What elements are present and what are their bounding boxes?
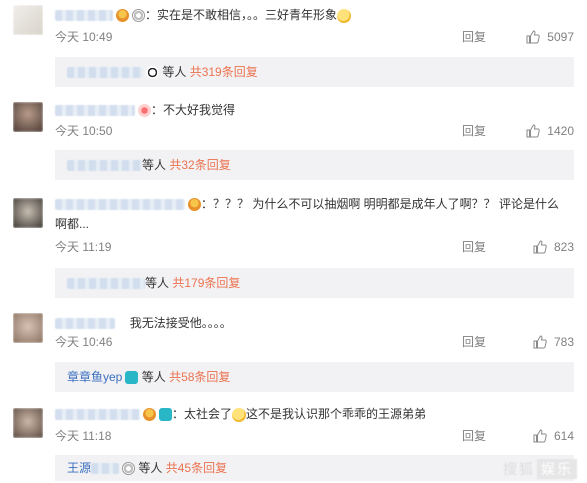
reply-user-blurred[interactable] bbox=[67, 160, 142, 172]
view-replies-link[interactable]: 共179条回复 bbox=[172, 276, 240, 290]
watermark-text: 搜狐 bbox=[503, 461, 535, 477]
reply-button[interactable]: 回复 bbox=[462, 28, 486, 46]
reply-users-suffix: 等人 bbox=[138, 461, 163, 475]
watermark: 搜狐 娱乐 bbox=[503, 459, 577, 479]
reply-user-blurred[interactable] bbox=[67, 67, 143, 79]
username-blurred[interactable] bbox=[55, 199, 185, 211]
heart-badge-icon bbox=[138, 104, 151, 118]
reply-users-suffix: 等人 bbox=[142, 158, 167, 172]
comment-time: 今天 10:46 bbox=[55, 335, 113, 349]
emoji-icon bbox=[337, 8, 352, 23]
username-blurred[interactable] bbox=[55, 105, 135, 117]
reply-users-suffix: 等人 bbox=[145, 276, 170, 290]
reply-user-blurred bbox=[91, 463, 120, 475]
avatar[interactable] bbox=[13, 408, 43, 438]
panda-badge-icon bbox=[146, 66, 159, 80]
comment-time: 今天 10:49 bbox=[55, 30, 113, 44]
medal-badge-icon bbox=[116, 9, 129, 23]
thumbs-up-icon bbox=[533, 429, 547, 443]
reply-button[interactable]: 回复 bbox=[462, 238, 486, 256]
comment-text-line2: 啊都... bbox=[55, 217, 90, 231]
reply-button[interactable]: 回复 bbox=[462, 122, 486, 140]
reply-button[interactable]: 回复 bbox=[462, 333, 486, 351]
comment-time: 今天 10:50 bbox=[55, 124, 113, 138]
watermark-box: 娱乐 bbox=[537, 459, 577, 479]
comment-text: ：实在是不敢相信，。。三好青年形象 bbox=[145, 8, 338, 22]
comment-2: ：不大好我觉得 今天 10:50 回复 1420 等人 共32条回复 bbox=[0, 94, 587, 200]
comment-time: 今天 11:19 bbox=[55, 240, 112, 254]
reply-users-suffix: 等人 bbox=[141, 370, 166, 384]
avatar[interactable] bbox=[13, 5, 43, 35]
like-count: 1420 bbox=[547, 124, 574, 138]
star-badge-icon bbox=[122, 462, 136, 476]
like-button[interactable]: 1420 bbox=[525, 122, 574, 140]
username-blurred[interactable] bbox=[55, 10, 113, 22]
reply-username[interactable]: 王源 bbox=[67, 461, 91, 475]
avatar[interactable] bbox=[13, 102, 43, 132]
comment-time: 今天 11:18 bbox=[55, 429, 112, 443]
like-count: 5097 bbox=[547, 30, 574, 44]
comment-3: ：？？？ 为什么不可以抽烟啊 明明都是成年人了啊？？ 评论是什么 啊都... 今… bbox=[0, 188, 587, 300]
thumbs-up-icon bbox=[526, 124, 541, 138]
username-blurred[interactable] bbox=[55, 409, 140, 421]
view-replies-link[interactable]: 共319条回复 bbox=[190, 65, 258, 79]
reply-username[interactable]: 章章鱼yep bbox=[67, 370, 122, 384]
like-button[interactable]: 614 bbox=[532, 427, 574, 445]
replies-summary: 等人 共179条回复 bbox=[55, 268, 574, 298]
emoji-icon bbox=[232, 407, 247, 422]
comment-text-cont: 这不是我认识那个乖乖的王源弟弟 bbox=[246, 407, 427, 421]
comment-text: ：？？？ 为什么不可以抽烟啊 明明都是成年人了啊？？ 评论是什么 bbox=[201, 197, 560, 211]
replies-summary: 等人 共32条回复 bbox=[55, 150, 574, 180]
medal-badge-icon bbox=[188, 198, 201, 212]
thumbs-up-icon bbox=[533, 335, 547, 349]
thumbs-up-icon bbox=[526, 30, 541, 44]
username-blurred[interactable] bbox=[55, 318, 115, 330]
replies-summary: 章章鱼yep 等人 共58条回复 bbox=[55, 362, 574, 392]
comment-text: ：太社会了 bbox=[172, 407, 233, 421]
view-replies-link[interactable]: 共45条回复 bbox=[166, 461, 227, 475]
avatar[interactable] bbox=[13, 198, 43, 228]
like-count: 823 bbox=[553, 240, 574, 254]
comment-5: ：太社会了 这不是我认识那个乖乖的王源弟弟 今天 11:18 回复 614 王源 … bbox=[0, 398, 587, 483]
comment-text: 我无法接受他。。。。 bbox=[129, 316, 232, 330]
like-button[interactable]: 823 bbox=[532, 238, 574, 256]
camera-badge-icon bbox=[125, 371, 139, 385]
replies-summary: 等人 共319条回复 bbox=[55, 57, 574, 87]
avatar[interactable] bbox=[13, 313, 43, 343]
reply-button[interactable]: 回复 bbox=[462, 427, 486, 445]
star-badge-icon bbox=[132, 9, 145, 23]
like-count: 614 bbox=[553, 429, 574, 443]
view-replies-link[interactable]: 共58条回复 bbox=[169, 370, 230, 384]
like-button[interactable]: 783 bbox=[532, 333, 574, 351]
like-button[interactable]: 5097 bbox=[525, 28, 574, 46]
replies-summary: 王源 等人 共45条回复 bbox=[55, 455, 574, 481]
like-count: 783 bbox=[553, 335, 574, 349]
comment-4: 我无法接受他。。。。 今天 10:46 回复 783 章章鱼yep 等人 共58… bbox=[0, 304, 587, 410]
comment-1: ：实在是不敢相信，。。三好青年形象 今天 10:49 回复 5097 等人 共3… bbox=[0, 0, 587, 106]
camera-badge-icon bbox=[159, 408, 172, 422]
comment-text: ：不大好我觉得 bbox=[151, 103, 236, 117]
reply-user-blurred[interactable] bbox=[67, 278, 145, 290]
thumbs-up-icon bbox=[533, 240, 547, 254]
medal-badge-icon bbox=[143, 408, 156, 422]
reply-users-suffix: 等人 bbox=[162, 65, 187, 79]
view-replies-link[interactable]: 共32条回复 bbox=[169, 158, 230, 172]
